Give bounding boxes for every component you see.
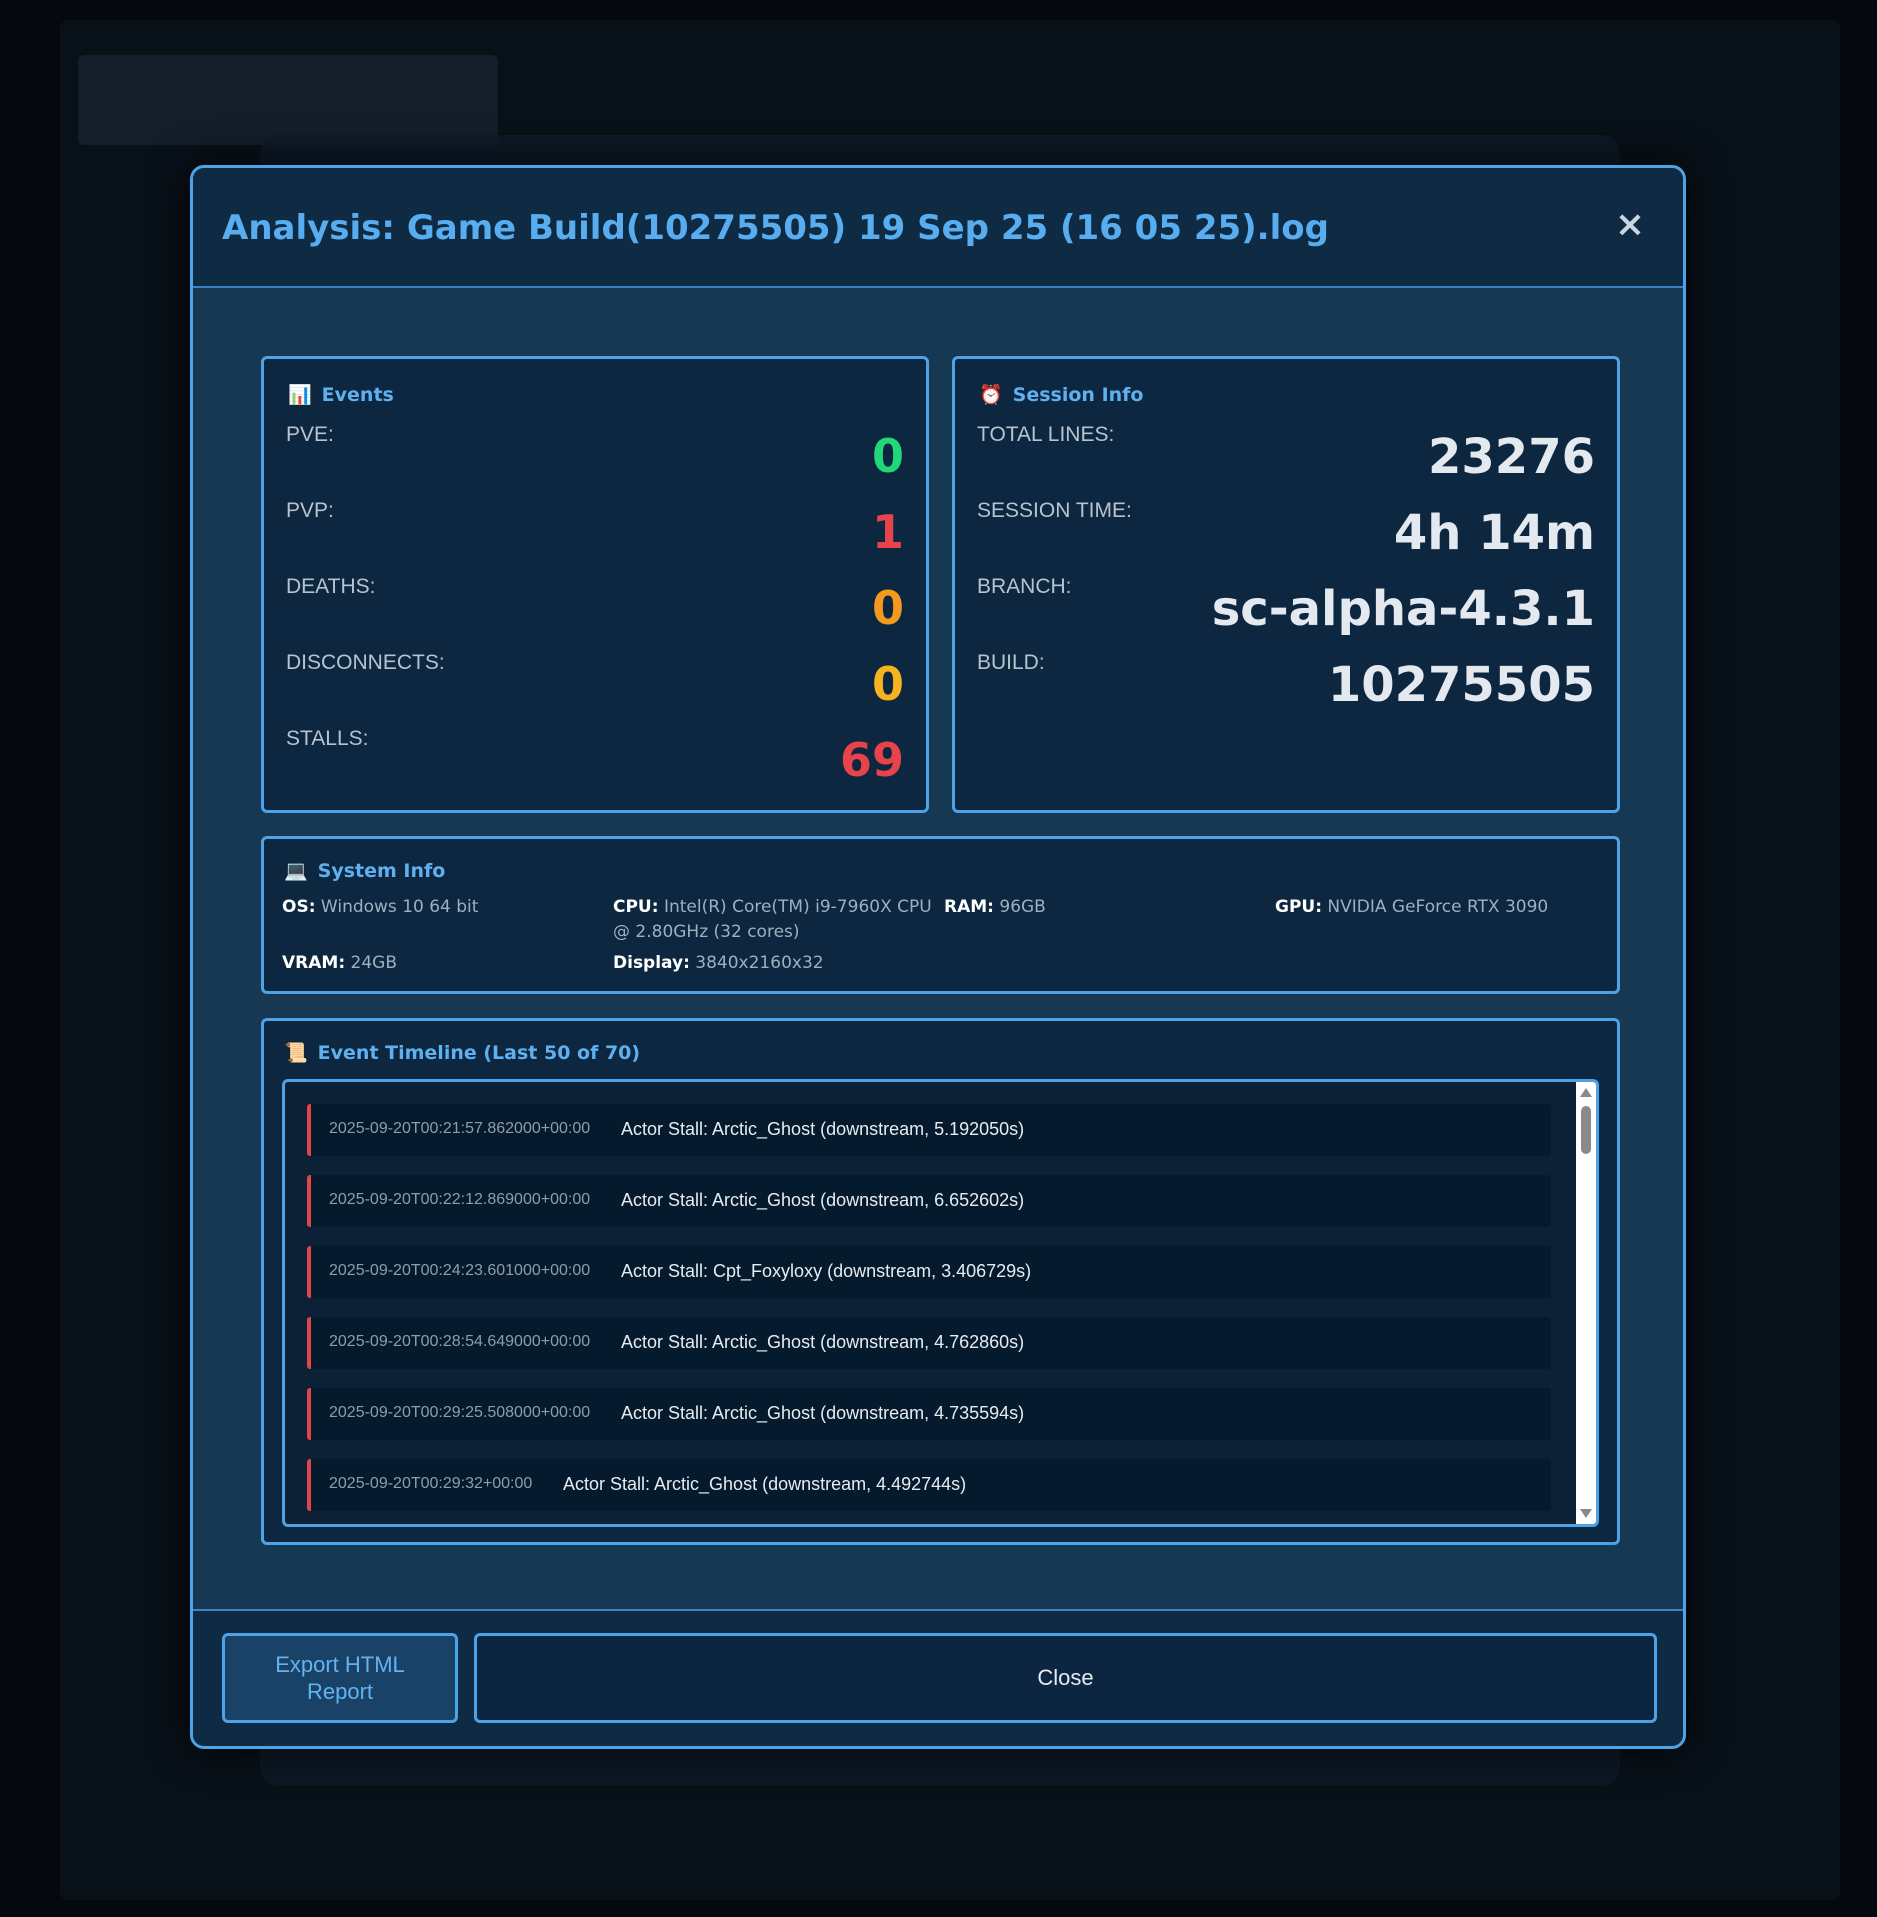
session-value: 23276 xyxy=(1428,429,1595,485)
session-value: 10275505 xyxy=(1327,657,1595,713)
scroll-up-arrow-icon[interactable] xyxy=(1580,1088,1592,1097)
export-html-report-button[interactable]: Export HTML Report xyxy=(222,1633,458,1723)
bar-chart-icon: 📊 xyxy=(288,384,312,406)
system-os: OS: Windows 10 64 bit xyxy=(282,897,479,917)
events-value: 69 xyxy=(839,733,904,787)
modal-title: Analysis: Game Build(10275505) 19 Sep 25… xyxy=(222,208,1329,248)
timeline-item: 2025-09-20T00:29:32+00:00 Actor Stall: A… xyxy=(307,1459,1551,1511)
session-title: ⏰ Session Info xyxy=(979,384,1144,406)
close-icon[interactable]: × xyxy=(1615,204,1645,245)
events-title: 📊 Events xyxy=(288,384,394,406)
session-row-branch: BRANCH: sc-alpha-4.3.1 xyxy=(977,575,1595,645)
events-value: 0 xyxy=(871,657,904,711)
timeline-scrollbar[interactable] xyxy=(1576,1082,1596,1524)
session-label: SESSION TIME: xyxy=(977,499,1132,522)
timeline-item: 2025-09-20T00:24:23.601000+00:00 Actor S… xyxy=(307,1246,1551,1298)
events-card: 📊 Events PVE: 0 PVP: 1 DEATHS: 0 DISCONNE… xyxy=(261,356,929,813)
system-info-title: 💻 System Info xyxy=(284,860,446,882)
scroll-icon: 📜 xyxy=(284,1042,308,1064)
events-label: DISCONNECTS: xyxy=(286,651,445,674)
timeline-timestamp: 2025-09-20T00:21:57.862000+00:00 xyxy=(329,1120,591,1137)
system-vram: VRAM: 24GB xyxy=(282,953,397,973)
session-row-total-lines: TOTAL LINES: 23276 xyxy=(977,423,1595,493)
session-value: 4h 14m xyxy=(1393,505,1595,561)
system-info-card: 💻 System Info OS: Windows 10 64 bit CPU: … xyxy=(261,836,1620,994)
event-timeline-title: 📜 Event Timeline (Last 50 of 70) xyxy=(284,1042,641,1064)
events-label: PVE: xyxy=(286,423,334,446)
timeline-timestamp: 2025-09-20T00:29:25.508000+00:00 xyxy=(329,1404,591,1421)
session-card: ⏰ Session Info TOTAL LINES: 23276 SESSION… xyxy=(952,356,1620,813)
events-row-pve: PVE: 0 xyxy=(286,423,904,493)
timeline-message: Actor Stall: Arctic_Ghost (downstream, 4… xyxy=(621,1332,1025,1352)
timeline-timestamp: 2025-09-20T00:22:12.869000+00:00 xyxy=(329,1191,591,1208)
event-timeline-card: 📜 Event Timeline (Last 50 of 70) 2025-09-… xyxy=(261,1018,1620,1545)
events-row-disconnects: DISCONNECTS: 0 xyxy=(286,651,904,721)
timeline-timestamp: 2025-09-20T00:29:32+00:00 xyxy=(329,1475,533,1492)
system-display: Display: 3840x2160x32 xyxy=(613,953,824,973)
timeline-item: 2025-09-20T00:28:54.649000+00:00 Actor S… xyxy=(307,1317,1551,1369)
events-row-pvp: PVP: 1 xyxy=(286,499,904,569)
session-label: BUILD: xyxy=(977,651,1045,674)
timeline-timestamp: 2025-09-20T00:24:23.601000+00:00 xyxy=(329,1262,591,1279)
alarm-clock-icon: ⏰ xyxy=(979,384,1003,406)
events-row-deaths: DEATHS: 0 xyxy=(286,575,904,645)
analysis-modal: Analysis: Game Build(10275505) 19 Sep 25… xyxy=(190,165,1686,1749)
background-logo xyxy=(78,55,498,145)
events-value: 0 xyxy=(871,581,904,635)
session-row-build: BUILD: 10275505 xyxy=(977,651,1595,721)
session-value: sc-alpha-4.3.1 xyxy=(1211,581,1595,637)
session-label: TOTAL LINES: xyxy=(977,423,1115,446)
modal-header: Analysis: Game Build(10275505) 19 Sep 25… xyxy=(193,168,1683,288)
timeline-message: Actor Stall: Arctic_Ghost (downstream, 5… xyxy=(621,1119,1025,1139)
events-label: STALLS: xyxy=(286,727,369,750)
session-label: BRANCH: xyxy=(977,575,1072,598)
scroll-thumb[interactable] xyxy=(1581,1106,1591,1154)
timeline-timestamp: 2025-09-20T00:28:54.649000+00:00 xyxy=(329,1333,591,1350)
timeline-item: 2025-09-20T00:22:12.869000+00:00 Actor S… xyxy=(307,1175,1551,1227)
close-button[interactable]: Close xyxy=(474,1633,1657,1723)
events-label: PVP: xyxy=(286,499,334,522)
system-cpu: CPU: Intel(R) Core(TM) i9-7960X CPU @ 2.… xyxy=(613,897,932,942)
events-value: 1 xyxy=(871,505,904,559)
timeline-message: Actor Stall: Arctic_Ghost (downstream, 4… xyxy=(563,1474,967,1494)
timeline-item: 2025-09-20T00:21:57.862000+00:00 Actor S… xyxy=(307,1104,1551,1156)
event-timeline-list[interactable]: 2025-09-20T00:21:57.862000+00:00 Actor S… xyxy=(282,1079,1599,1527)
timeline-item: 2025-09-20T00:29:25.508000+00:00 Actor S… xyxy=(307,1388,1551,1440)
system-ram: RAM: 96GB xyxy=(944,897,1046,917)
session-row-session-time: SESSION TIME: 4h 14m xyxy=(977,499,1595,569)
timeline-message: Actor Stall: Cpt_Foxyloxy (downstream, 3… xyxy=(621,1261,1032,1281)
events-label: DEATHS: xyxy=(286,575,376,598)
system-gpu: GPU: NVIDIA GeForce RTX 3090 xyxy=(1275,897,1549,917)
laptop-icon: 💻 xyxy=(284,860,308,882)
events-value: 0 xyxy=(871,429,904,483)
timeline-message: Actor Stall: Arctic_Ghost (downstream, 6… xyxy=(621,1190,1025,1210)
timeline-message: Actor Stall: Arctic_Ghost (downstream, 4… xyxy=(621,1403,1025,1423)
scroll-down-arrow-icon[interactable] xyxy=(1580,1509,1592,1518)
events-row-stalls: STALLS: 69 xyxy=(286,727,904,797)
modal-footer: Export HTML Report Close xyxy=(193,1609,1683,1746)
